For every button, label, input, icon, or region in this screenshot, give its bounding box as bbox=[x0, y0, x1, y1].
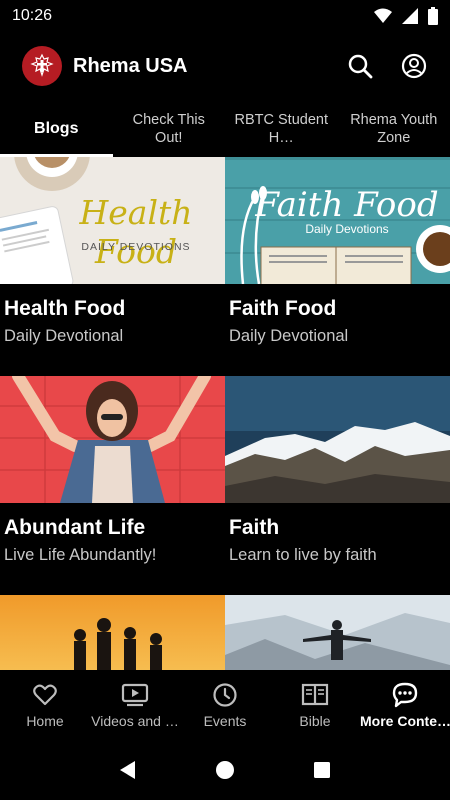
card-image bbox=[0, 595, 225, 670]
status-time: 10:26 bbox=[12, 7, 53, 24]
card-title: Faith bbox=[229, 516, 280, 539]
chat-icon bbox=[392, 682, 418, 708]
heart-icon bbox=[33, 684, 57, 706]
card-title: Health Food bbox=[4, 297, 126, 320]
app-logo bbox=[22, 46, 62, 86]
tab-blogs[interactable]: Blogs bbox=[0, 100, 113, 157]
nav-label: Events bbox=[203, 713, 247, 729]
system-navigation bbox=[0, 740, 450, 800]
back-icon[interactable] bbox=[117, 759, 139, 781]
tab-bar: Blogs Check This Out! RBTC Student H… Rh… bbox=[0, 100, 450, 157]
home-circle-icon[interactable] bbox=[214, 759, 236, 781]
account-button[interactable] bbox=[400, 52, 428, 80]
card-subtitle: Daily Devotional bbox=[4, 327, 124, 345]
nav-events[interactable]: Events bbox=[180, 670, 270, 740]
nav-home[interactable]: Home bbox=[0, 670, 90, 740]
card-subtitle: Live Life Abundantly! bbox=[4, 546, 157, 564]
card-image bbox=[225, 595, 450, 670]
nav-more-content[interactable]: More Conte… bbox=[360, 670, 450, 740]
battery-icon bbox=[428, 7, 438, 25]
bottom-navigation: Home Videos and … Events Bible More Cont… bbox=[0, 670, 450, 740]
search-icon bbox=[348, 54, 373, 79]
account-circle-icon bbox=[401, 53, 427, 79]
signal-icon bbox=[402, 8, 418, 24]
nav-label: Videos and … bbox=[91, 713, 179, 729]
card-image-caption: Daily Devotions bbox=[305, 222, 389, 236]
tab-rbtc-student[interactable]: RBTC Student H… bbox=[225, 100, 338, 157]
tab-check-this-out[interactable]: Check This Out! bbox=[113, 100, 226, 157]
logo-icon bbox=[30, 53, 54, 77]
recents-square-icon[interactable] bbox=[311, 759, 333, 781]
card-image: Faith Food Daily Devotions bbox=[225, 157, 450, 284]
book-icon bbox=[301, 683, 329, 706]
blog-card-faith-food[interactable]: Faith Food Daily Devotions Faith Food Da… bbox=[225, 157, 450, 376]
tab-rhema-youth-zone[interactable]: Rhema Youth Zone bbox=[338, 100, 450, 157]
app-title: Rhema USA bbox=[73, 54, 188, 77]
clock-icon bbox=[213, 683, 237, 707]
card-image: Health Food DAILY DEVOTIONS bbox=[0, 157, 225, 284]
video-icon bbox=[121, 683, 149, 707]
card-image bbox=[0, 376, 225, 503]
card-title: Faith Food bbox=[229, 297, 337, 320]
card-image bbox=[225, 376, 450, 503]
blog-card-abundant-life[interactable]: Abundant Life Live Life Abundantly! bbox=[0, 376, 225, 595]
blog-card-5[interactable] bbox=[0, 595, 225, 670]
wifi-icon bbox=[374, 8, 392, 23]
card-image-caption: DAILY DEVOTIONS bbox=[81, 241, 191, 253]
card-title: Abundant Life bbox=[4, 516, 146, 539]
nav-videos[interactable]: Videos and … bbox=[90, 670, 180, 740]
app-actions bbox=[346, 52, 428, 80]
card-image-title: Faith Food bbox=[255, 185, 439, 225]
blog-card-6[interactable] bbox=[225, 595, 450, 670]
card-subtitle: Learn to live by faith bbox=[229, 546, 377, 564]
blog-card-health-food[interactable]: Health Food DAILY DEVOTIONS Health Food … bbox=[0, 157, 225, 376]
nav-label: More Conte… bbox=[360, 713, 450, 729]
card-subtitle: Daily Devotional bbox=[229, 327, 349, 345]
status-icons bbox=[374, 7, 438, 25]
blog-grid: Health Food DAILY DEVOTIONS Health Food … bbox=[0, 157, 450, 670]
search-button[interactable] bbox=[346, 52, 374, 80]
card-image-title: Health Food bbox=[79, 193, 193, 271]
app-bar: Rhema USA bbox=[0, 32, 450, 100]
nav-label: Home bbox=[26, 713, 64, 729]
nav-label: Bible bbox=[299, 713, 331, 729]
status-bar: 10:26 bbox=[0, 0, 450, 32]
nav-bible[interactable]: Bible bbox=[270, 670, 360, 740]
blog-card-faith[interactable]: Faith Learn to live by faith bbox=[225, 376, 450, 595]
